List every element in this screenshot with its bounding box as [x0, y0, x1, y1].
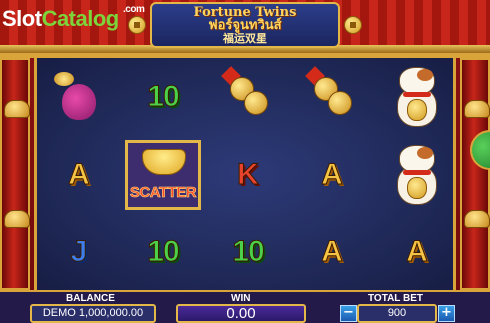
symbol-a: A — [68, 157, 91, 191]
scatter-label: SCATTER — [129, 183, 197, 201]
symbol-lucky-cat — [375, 136, 459, 213]
lucky-cat-icon — [391, 65, 443, 129]
right-coin-icon — [344, 16, 362, 34]
symbol-10: 10 — [147, 79, 180, 113]
game-screen: SlotCatalog .com Fortune Twins ฟอร์จูนทว… — [0, 0, 490, 323]
balance-label: BALANCE — [66, 293, 115, 304]
lantern-icon — [464, 100, 490, 118]
symbol-coin-charm — [290, 58, 374, 135]
symbol-10: 10 — [232, 234, 265, 268]
win-label: WIN — [231, 293, 251, 304]
symbol-k: K — [237, 157, 260, 191]
win-display: 0.00 — [176, 304, 306, 323]
gold-ingot-icon — [142, 148, 186, 175]
bottom-bar: BALANCE DEMO 1,000,000.00 WIN 0.00 TOTAL… — [0, 290, 490, 323]
increase-bet-button[interactable]: + — [438, 305, 455, 322]
logo-title: Fortune Twins — [193, 5, 297, 20]
symbol-a: A — [321, 234, 344, 268]
logo-thai: ฟอร์จูนทวินส์ — [208, 18, 282, 33]
symbol-scatter: SCATTER — [121, 136, 205, 213]
symbol-lucky-cat — [375, 58, 459, 135]
decrease-bet-button[interactable]: − — [340, 305, 357, 322]
symbol-10: 10 — [147, 234, 180, 268]
left-pillar — [0, 58, 30, 290]
game-logo: Fortune Twins ฟอร์จูนทวินส์ 福运双星 — [150, 2, 340, 48]
watermark-logo: SlotCatalog .com — [2, 4, 145, 32]
symbol-money-pouch — [37, 58, 121, 135]
watermark-catalog-text: Catalog — [41, 6, 120, 31]
lantern-icon — [4, 210, 30, 228]
reel-grid: A J 10 SCATTER 10 K 10 A A A — [34, 58, 456, 290]
balance-display: DEMO 1,000,000.00 — [30, 304, 156, 323]
right-pillar — [460, 58, 490, 290]
coin-charm-icon — [304, 65, 360, 125]
coin-charm-icon — [220, 65, 276, 125]
symbol-coin-charm — [206, 58, 290, 135]
lantern-icon — [4, 100, 30, 118]
symbol-j: J — [70, 234, 88, 268]
total-bet-label: TOTAL BET — [368, 293, 423, 304]
left-coin-icon — [128, 16, 146, 34]
scatter-frame: SCATTER — [125, 139, 201, 210]
symbol-a: A — [321, 157, 344, 191]
watermark-slot-text: Slot — [2, 6, 42, 31]
total-bet-display: 900 — [357, 304, 437, 323]
symbol-a: A — [406, 234, 429, 268]
money-pouch-icon — [54, 71, 96, 120]
lantern-icon — [464, 210, 490, 228]
watermark-com-text: .com — [123, 4, 145, 15]
lucky-cat-icon — [391, 143, 443, 207]
logo-chinese: 福运双星 — [223, 32, 267, 45]
